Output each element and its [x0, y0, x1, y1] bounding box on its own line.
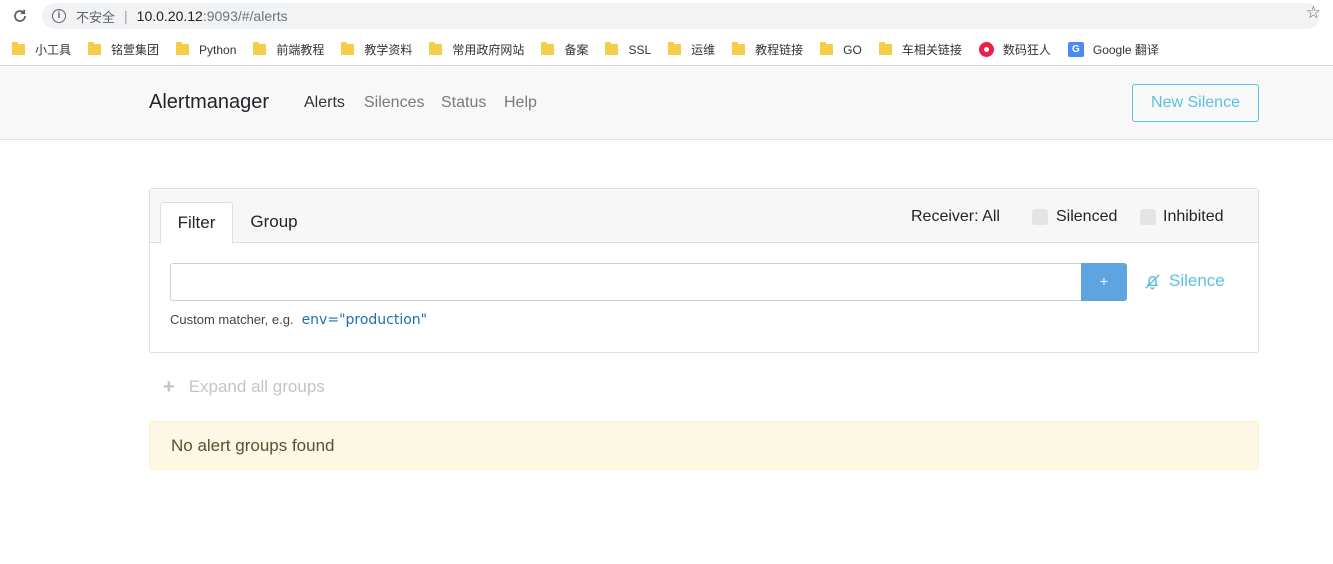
new-silence-button[interactable]: New Silence: [1132, 84, 1259, 122]
bell-slash-icon: [1145, 273, 1160, 289]
bookmark-label: 数码狂人: [1002, 43, 1051, 57]
silence-link-label: Silence: [1169, 271, 1225, 290]
bookmark-label: 车相关链接: [901, 43, 962, 57]
bookmark-label: 教学资料: [364, 43, 413, 57]
bookmark-item[interactable]: 备案: [541, 41, 588, 58]
bookmark-label: 常用政府网站: [452, 43, 525, 57]
bookmark-label: Python: [199, 42, 237, 57]
bookmark-item[interactable]: 前端教程: [253, 41, 324, 58]
brand-link[interactable]: Alertmanager: [149, 91, 269, 114]
folder-icon: [253, 42, 267, 55]
bookmark-item[interactable]: 教程链接: [732, 41, 803, 58]
bookmark-item[interactable]: 小工具: [12, 41, 71, 58]
hint-example: env="production": [301, 312, 428, 328]
bookmark-item[interactable]: G Google 翻译: [1067, 41, 1159, 58]
no-alert-groups-message: No alert groups found: [149, 421, 1259, 470]
tab-group[interactable]: Group: [250, 202, 298, 243]
bookmark-label: 铭萱集团: [111, 43, 160, 57]
silence-link[interactable]: Silence: [1143, 271, 1225, 291]
bookmark-item[interactable]: SSL: [605, 42, 652, 57]
folder-icon: [878, 42, 892, 55]
bookmark-item[interactable]: 运维: [668, 41, 715, 58]
folder-icon: [732, 42, 746, 55]
folder-icon: [820, 42, 834, 55]
bookmark-item[interactable]: 数码狂人: [978, 41, 1051, 58]
receiver-dropdown[interactable]: Receiver: All: [911, 208, 1000, 226]
nav-link-alerts[interactable]: Alerts: [304, 94, 345, 112]
filter-card: Filter Group Receiver: All Silenced Inhi…: [149, 188, 1259, 353]
silenced-label[interactable]: Silenced: [1056, 208, 1117, 226]
bookmark-label: 备案: [564, 43, 589, 57]
url-omnibox[interactable]: i 不安全 | 10.0.20.12:9093/#/alerts: [42, 3, 1320, 29]
bookmark-label: SSL: [628, 42, 652, 57]
browser-address-bar: i 不安全 | 10.0.20.12:9093/#/alerts ☆: [0, 0, 1333, 34]
bookmark-item[interactable]: 车相关链接: [878, 41, 962, 58]
reload-icon[interactable]: [10, 6, 30, 26]
bookmarks-bar: 小工具 铭萱集团 Python 前端教程 教学资料 常用政府网站 备案 SSL …: [0, 34, 1333, 66]
bookmark-item[interactable]: GO: [820, 42, 862, 57]
add-matcher-button[interactable]: +: [1081, 263, 1127, 301]
folder-icon: [541, 42, 555, 55]
bookmark-label: Google 翻译: [1092, 43, 1159, 57]
matcher-hint: Custom matcher, e.g. env="production": [170, 312, 427, 328]
expand-all-groups-button[interactable]: + Expand all groups: [163, 377, 325, 397]
expand-all-groups-label: Expand all groups: [188, 377, 325, 396]
plus-icon: +: [163, 376, 175, 398]
navbar: Alertmanager Alerts Silences Status Help…: [0, 67, 1333, 140]
bookmark-item[interactable]: 教学资料: [341, 41, 412, 58]
nav-link-status[interactable]: Status: [441, 94, 486, 112]
site-icon: [978, 42, 994, 57]
bookmark-label: 运维: [691, 43, 716, 57]
bookmark-item[interactable]: Python: [176, 42, 237, 57]
nav-link-help[interactable]: Help: [504, 94, 537, 112]
folder-icon: [605, 42, 619, 55]
filter-card-header: Filter Group Receiver: All Silenced Inhi…: [150, 189, 1258, 244]
bookmark-label: 教程链接: [755, 43, 804, 57]
bookmark-label: 前端教程: [276, 43, 325, 57]
inhibited-checkbox[interactable]: [1140, 209, 1156, 225]
bookmark-item[interactable]: 铭萱集团: [88, 41, 159, 58]
tab-filter[interactable]: Filter: [160, 202, 233, 244]
folder-icon: [668, 42, 682, 55]
info-icon[interactable]: i: [52, 9, 66, 23]
url-path: :9093/#/alerts: [202, 8, 288, 24]
nav-link-silences[interactable]: Silences: [364, 94, 424, 112]
security-label: 不安全: [76, 9, 116, 25]
bookmark-star-icon[interactable]: ☆: [1306, 3, 1321, 23]
silenced-checkbox[interactable]: [1032, 209, 1048, 225]
folder-icon: [12, 42, 25, 55]
folder-icon: [341, 42, 355, 55]
url-separator: |: [124, 8, 128, 24]
url-host: 10.0.20.12: [136, 8, 203, 24]
bookmark-label: 小工具: [35, 43, 72, 57]
inhibited-label[interactable]: Inhibited: [1163, 208, 1224, 226]
folder-icon: [176, 42, 190, 55]
bookmark-label: GO: [843, 42, 862, 57]
filter-input[interactable]: [170, 263, 1082, 301]
folder-icon: [88, 42, 102, 55]
folder-icon: [429, 42, 443, 55]
hint-text: Custom matcher, e.g.: [170, 312, 294, 327]
google-translate-icon: G: [1067, 42, 1084, 57]
bookmark-item[interactable]: 常用政府网站: [429, 41, 524, 58]
